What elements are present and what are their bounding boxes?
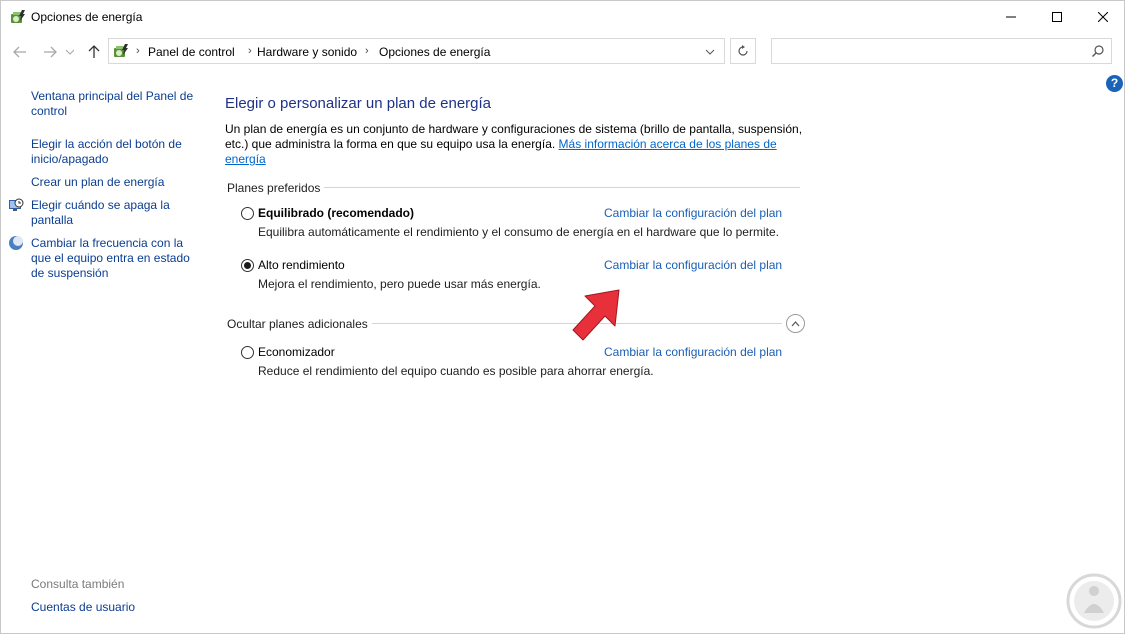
section-divider	[324, 187, 800, 188]
sleep-frequency-link[interactable]: Cambiar la frecuencia con la que el equi…	[31, 236, 201, 281]
up-button[interactable]	[85, 43, 103, 61]
page-title: Elegir o personalizar un plan de energía	[225, 95, 492, 112]
close-icon	[1098, 11, 1108, 22]
chevron-up-icon	[791, 320, 800, 326]
power-saver-plan-radio[interactable]	[241, 346, 254, 359]
power-saver-plan-name[interactable]: Economizador	[258, 345, 335, 359]
forward-button[interactable]	[41, 43, 59, 61]
refresh-icon	[738, 45, 748, 56]
power-saver-plan-description: Reduce el rendimiento del equipo cuando …	[258, 364, 654, 378]
breadcrumb-power-options[interactable]: Opciones de energía	[379, 45, 490, 59]
watermark-logo-icon	[1066, 573, 1122, 629]
radio-selected-dot	[244, 262, 251, 269]
breadcrumb-separator-icon: ›	[136, 45, 140, 57]
search-icon	[1092, 45, 1104, 57]
balanced-plan-description: Equilibra automáticamente el rendimiento…	[258, 225, 779, 239]
back-button[interactable]	[11, 43, 29, 61]
power-button-action-link[interactable]: Elegir la acción del botón de inicio/apa…	[31, 137, 201, 167]
control-panel-icon	[112, 42, 130, 63]
minimize-button[interactable]	[988, 1, 1034, 32]
address-dropdown-button[interactable]	[698, 41, 722, 63]
control-panel-home-link[interactable]: Ventana principal del Panel de control	[31, 89, 201, 119]
hidden-plans-heading[interactable]: Ocultar planes adicionales	[227, 317, 368, 331]
intro-text: Un plan de energía es un conjunto de har…	[225, 122, 805, 167]
create-plan-link[interactable]: Crear un plan de energía	[31, 175, 201, 190]
user-accounts-link[interactable]: Cuentas de usuario	[31, 600, 201, 615]
recent-locations-button[interactable]	[64, 43, 76, 61]
display-off-link[interactable]: Elegir cuándo se apaga la pantalla	[31, 198, 201, 228]
maximize-icon	[1052, 11, 1062, 22]
forward-arrow-icon	[44, 46, 57, 58]
up-arrow-icon	[88, 45, 100, 58]
balanced-plan-name[interactable]: Equilibrado (recomendado)	[258, 206, 414, 220]
breadcrumb-separator-icon[interactable]: ›	[365, 45, 369, 57]
power-options-window: Opciones de energía › Panel de control ›…	[0, 0, 1125, 634]
minimize-icon	[1006, 16, 1016, 17]
close-button[interactable]	[1080, 1, 1124, 32]
collapse-button[interactable]	[786, 314, 805, 333]
clock-monitor-icon	[8, 197, 24, 213]
address-bar[interactable]: › Panel de control › Hardware y sonido ›…	[108, 38, 725, 64]
high-performance-plan-radio[interactable]	[241, 259, 254, 272]
breadcrumb-hardware-sound[interactable]: Hardware y sonido	[257, 45, 357, 59]
high-performance-plan-description: Mejora el rendimiento, pero puede usar m…	[258, 277, 541, 291]
red-arrow-annotation-icon	[572, 289, 620, 341]
help-button[interactable]: ?	[1106, 75, 1123, 92]
preferred-plans-heading: Planes preferidos	[227, 181, 321, 195]
high-performance-plan-settings-link[interactable]: Cambiar la configuración del plan	[604, 258, 782, 272]
breadcrumb-separator-icon[interactable]: ›	[248, 45, 252, 57]
back-arrow-icon	[13, 46, 26, 58]
breadcrumb-control-panel[interactable]: Panel de control	[148, 45, 235, 59]
moon-icon	[8, 235, 24, 251]
chevron-down-icon	[66, 49, 74, 55]
search-input[interactable]	[771, 38, 1112, 64]
chevron-down-icon	[705, 49, 715, 55]
power-saver-plan-settings-link[interactable]: Cambiar la configuración del plan	[604, 345, 782, 359]
navigation-bar: › Panel de control › Hardware y sonido ›…	[1, 36, 1124, 68]
high-performance-plan-name[interactable]: Alto rendimiento	[258, 258, 345, 272]
refresh-button[interactable]	[730, 38, 756, 64]
window-title: Opciones de energía	[31, 10, 143, 24]
balanced-plan-settings-link[interactable]: Cambiar la configuración del plan	[604, 206, 782, 220]
see-also-heading: Consulta también	[31, 577, 125, 591]
power-options-icon	[9, 8, 27, 26]
balanced-plan-radio[interactable]	[241, 207, 254, 220]
title-bar: Opciones de energía	[1, 1, 1124, 32]
maximize-button[interactable]	[1034, 1, 1080, 32]
